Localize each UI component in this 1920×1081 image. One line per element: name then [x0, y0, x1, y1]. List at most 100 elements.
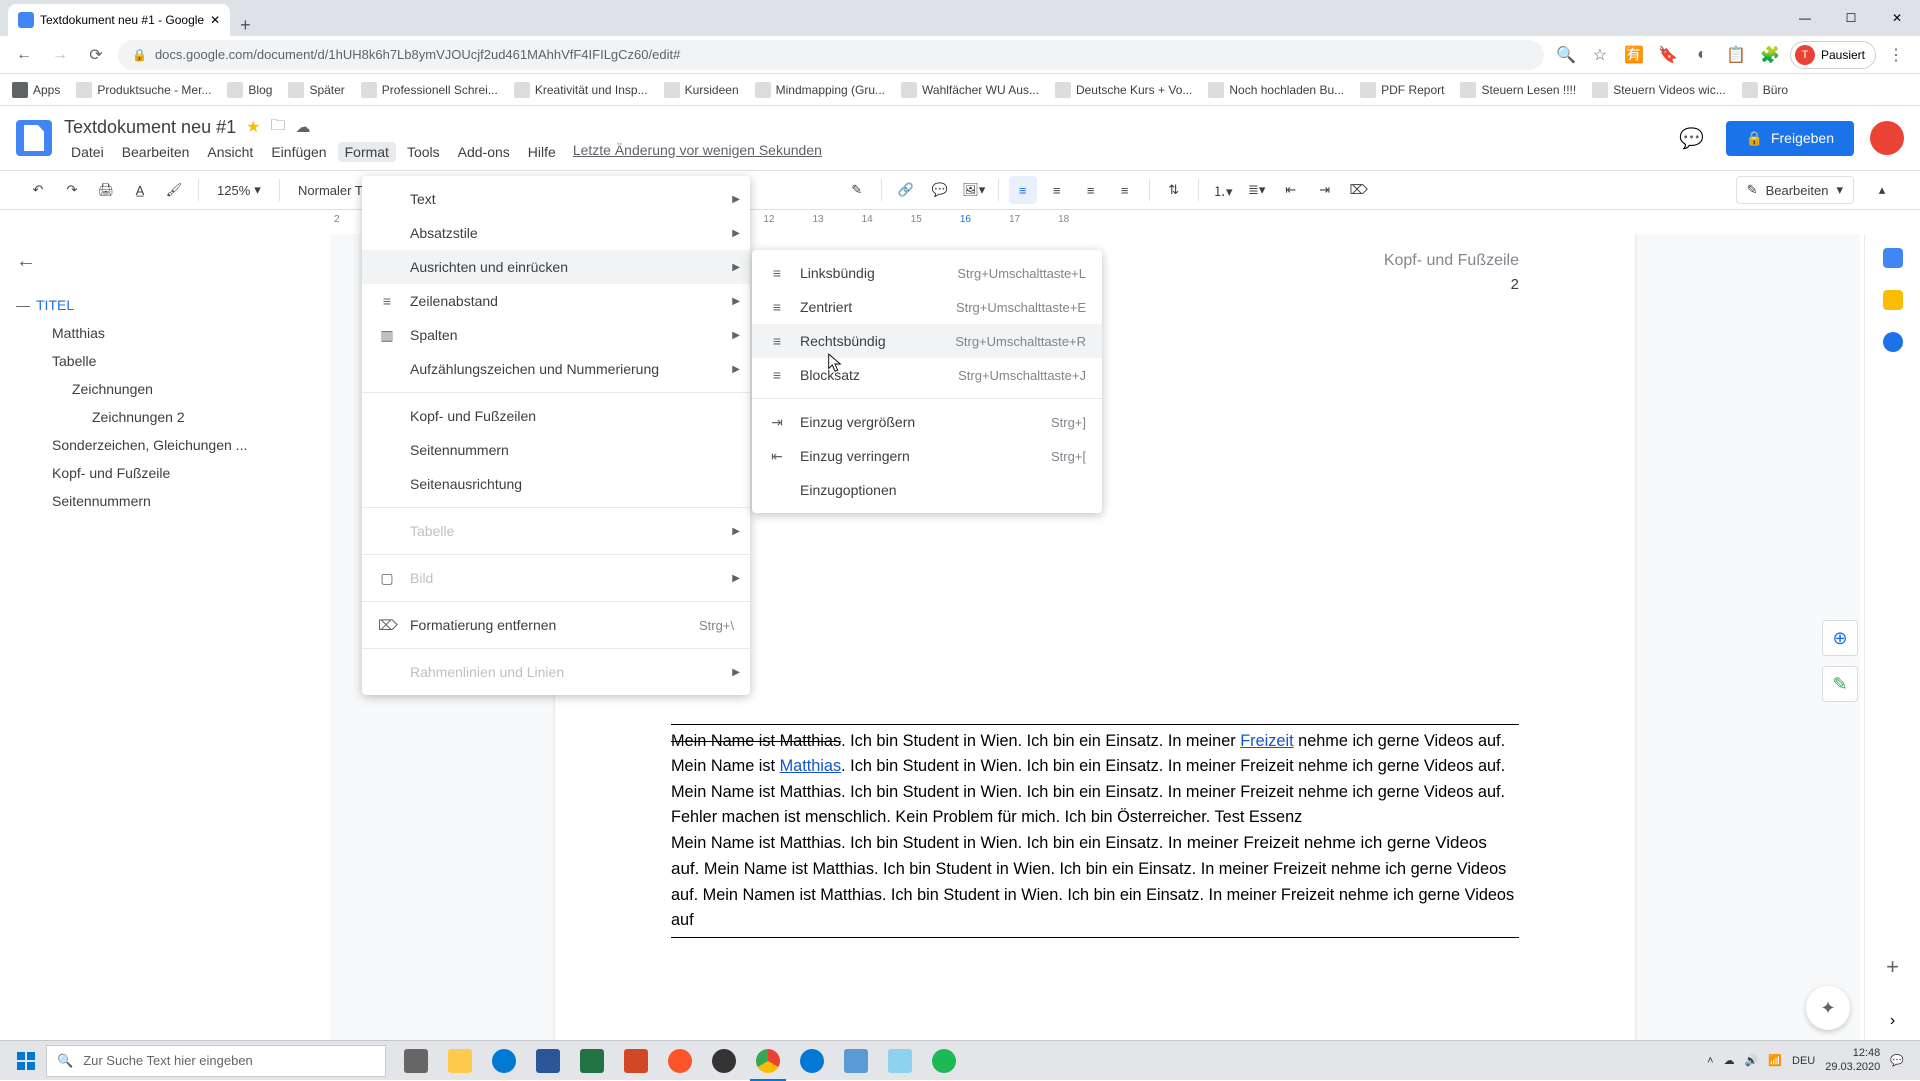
bookmark-item[interactable]: Wahlfächer WU Aus...: [901, 82, 1039, 98]
outline-item[interactable]: TITEL: [16, 291, 296, 319]
outline-item[interactable]: Matthias: [16, 319, 296, 347]
align-justify-button[interactable]: ≡: [1111, 176, 1139, 204]
explore-button[interactable]: ✦: [1806, 986, 1850, 1030]
spotify-button[interactable]: [922, 1041, 966, 1081]
menu-tools[interactable]: Tools: [400, 142, 447, 162]
comments-button[interactable]: 💬: [1674, 120, 1710, 156]
decrease-indent-button[interactable]: ⇤: [1277, 176, 1305, 204]
bookmark-item[interactable]: Später: [288, 82, 344, 98]
outline-collapse-button[interactable]: ←: [16, 250, 296, 273]
outline-item[interactable]: Zeichnungen 2: [16, 403, 296, 431]
translate-icon[interactable]: 🈶: [1620, 41, 1648, 69]
bulleted-list-button[interactable]: ≣▾: [1243, 176, 1271, 204]
menu-ansicht[interactable]: Ansicht: [200, 142, 260, 162]
document-text[interactable]: Mein Name ist Matthias. Ich bin Student …: [671, 729, 1519, 933]
move-folder-icon[interactable]: 🗀: [270, 115, 285, 140]
chrome-button[interactable]: [746, 1041, 790, 1081]
star-bookmark-icon[interactable]: ☆: [1586, 41, 1614, 69]
align-left-button[interactable]: ≡: [1009, 176, 1037, 204]
menu-datei[interactable]: Datei: [64, 142, 111, 162]
clock[interactable]: 12:48 29.03.2020: [1825, 1047, 1880, 1073]
word-button[interactable]: [526, 1041, 570, 1081]
reload-button[interactable]: ⟳: [82, 41, 110, 69]
format-menu-item[interactable]: ▥Spalten▶: [362, 318, 750, 352]
link-button[interactable]: 🔗: [892, 176, 920, 204]
tasks-icon[interactable]: [1883, 332, 1903, 352]
star-icon[interactable]: ★: [246, 117, 260, 137]
align-right-button[interactable]: ≡: [1077, 176, 1105, 204]
explorer-button[interactable]: [438, 1041, 482, 1081]
menu-hilfe[interactable]: Hilfe: [521, 142, 563, 162]
profile-chip[interactable]: T Pausiert: [1790, 41, 1876, 69]
outline-item[interactable]: Zeichnungen: [16, 375, 296, 403]
bookmark-item[interactable]: Steuern Lesen !!!!: [1460, 82, 1576, 98]
zoom-icon[interactable]: 🔍: [1552, 41, 1580, 69]
align-menu-item[interactable]: ⇤Einzug verringernStrg+[: [752, 439, 1102, 473]
minimize-button[interactable]: —: [1782, 0, 1828, 36]
clear-format-button[interactable]: ⌦: [1345, 176, 1373, 204]
bookmark-item[interactable]: Blog: [227, 82, 272, 98]
new-tab-button[interactable]: +: [230, 15, 261, 36]
format-menu-item[interactable]: ⌦Formatierung entfernenStrg+\: [362, 608, 750, 642]
highlight-button[interactable]: ✎: [843, 176, 871, 204]
url-field[interactable]: 🔒 docs.google.com/document/d/1hUH8k6h7Lb…: [118, 40, 1544, 70]
extension-icon[interactable]: 📋: [1722, 41, 1750, 69]
align-menu-item[interactable]: ≡ZentriertStrg+Umschalttaste+E: [752, 290, 1102, 324]
apps-bookmark[interactable]: Apps: [12, 82, 60, 98]
align-menu-item[interactable]: ≡RechtsbündigStrg+Umschalttaste+R: [752, 324, 1102, 358]
format-menu-item[interactable]: Absatzstile▶: [362, 216, 750, 250]
align-menu-item[interactable]: ≡BlocksatzStrg+Umschalttaste+J: [752, 358, 1102, 392]
outline-item[interactable]: Kopf- und Fußzeile: [16, 459, 296, 487]
notifications-icon[interactable]: 💬: [1890, 1054, 1904, 1067]
paint-format-button[interactable]: 🖌: [160, 176, 188, 204]
user-avatar[interactable]: [1870, 121, 1904, 155]
menu-bearbeiten[interactable]: Bearbeiten: [115, 142, 197, 162]
obs-button[interactable]: [702, 1041, 746, 1081]
suggest-edits-button[interactable]: ✎: [1822, 666, 1858, 702]
align-menu-item[interactable]: ⇥Einzug vergrößernStrg+]: [752, 405, 1102, 439]
edit-mode-select[interactable]: ✎ Bearbeiten ▾: [1736, 176, 1854, 204]
excel-button[interactable]: [570, 1041, 614, 1081]
hide-sidepanel-button[interactable]: ›: [1890, 1012, 1895, 1030]
powerpoint-button[interactable]: [614, 1041, 658, 1081]
onedrive-icon[interactable]: ☁: [1724, 1054, 1735, 1067]
extension-icon[interactable]: ◐: [1688, 41, 1716, 69]
close-window-button[interactable]: ✕: [1874, 0, 1920, 36]
edge-button[interactable]: [482, 1041, 526, 1081]
language-indicator[interactable]: DEU: [1792, 1055, 1815, 1067]
format-menu-item[interactable]: Seitenausrichtung: [362, 467, 750, 501]
taskbar-search[interactable]: 🔍 Zur Suche Text hier eingeben: [46, 1045, 386, 1077]
browser-tab[interactable]: Textdokument neu #1 - Google ✕: [8, 4, 230, 36]
edge2-button[interactable]: [790, 1041, 834, 1081]
bookmark-item[interactable]: Büro: [1742, 82, 1788, 98]
line-spacing-button[interactable]: ⇅: [1160, 176, 1188, 204]
format-menu-item[interactable]: Kopf- und Fußzeilen: [362, 399, 750, 433]
start-button[interactable]: [6, 1041, 46, 1081]
wifi-icon[interactable]: 📶: [1768, 1054, 1782, 1067]
bookmark-item[interactable]: Deutsche Kurs + Vo...: [1055, 82, 1192, 98]
bookmark-item[interactable]: PDF Report: [1360, 82, 1444, 98]
app-button[interactable]: [834, 1041, 878, 1081]
increase-indent-button[interactable]: ⇥: [1311, 176, 1339, 204]
image-button[interactable]: 🖼▾: [960, 176, 988, 204]
docs-logo-icon[interactable]: [16, 120, 52, 156]
keep-icon[interactable]: [1883, 290, 1903, 310]
bookmark-item[interactable]: Kursideen: [664, 82, 739, 98]
format-menu-item[interactable]: Aufzählungszeichen und Nummerierung▶: [362, 352, 750, 386]
format-menu-item[interactable]: ≡Zeilenabstand▶: [362, 284, 750, 318]
format-menu-item[interactable]: Ausrichten und einrücken▶: [362, 250, 750, 284]
bookmark-item[interactable]: Noch hochladen Bu...: [1208, 82, 1344, 98]
bookmark-item[interactable]: Steuern Videos wic...: [1592, 82, 1726, 98]
undo-button[interactable]: ↶: [24, 176, 52, 204]
outline-item[interactable]: Tabelle: [16, 347, 296, 375]
document-title[interactable]: Textdokument neu #1: [64, 117, 236, 138]
zoom-select[interactable]: 125%▾: [209, 178, 269, 202]
comment-button[interactable]: 💬: [926, 176, 954, 204]
numbered-list-button[interactable]: ⒈▾: [1209, 176, 1237, 204]
tray-chevron-icon[interactable]: ˄: [1707, 1055, 1713, 1067]
link-matthias[interactable]: Matthias: [780, 757, 842, 775]
get-addons-button[interactable]: +: [1886, 954, 1899, 980]
print-button[interactable]: 🖨: [92, 176, 120, 204]
format-menu-item[interactable]: Text▶: [362, 182, 750, 216]
close-tab-icon[interactable]: ✕: [210, 13, 220, 27]
